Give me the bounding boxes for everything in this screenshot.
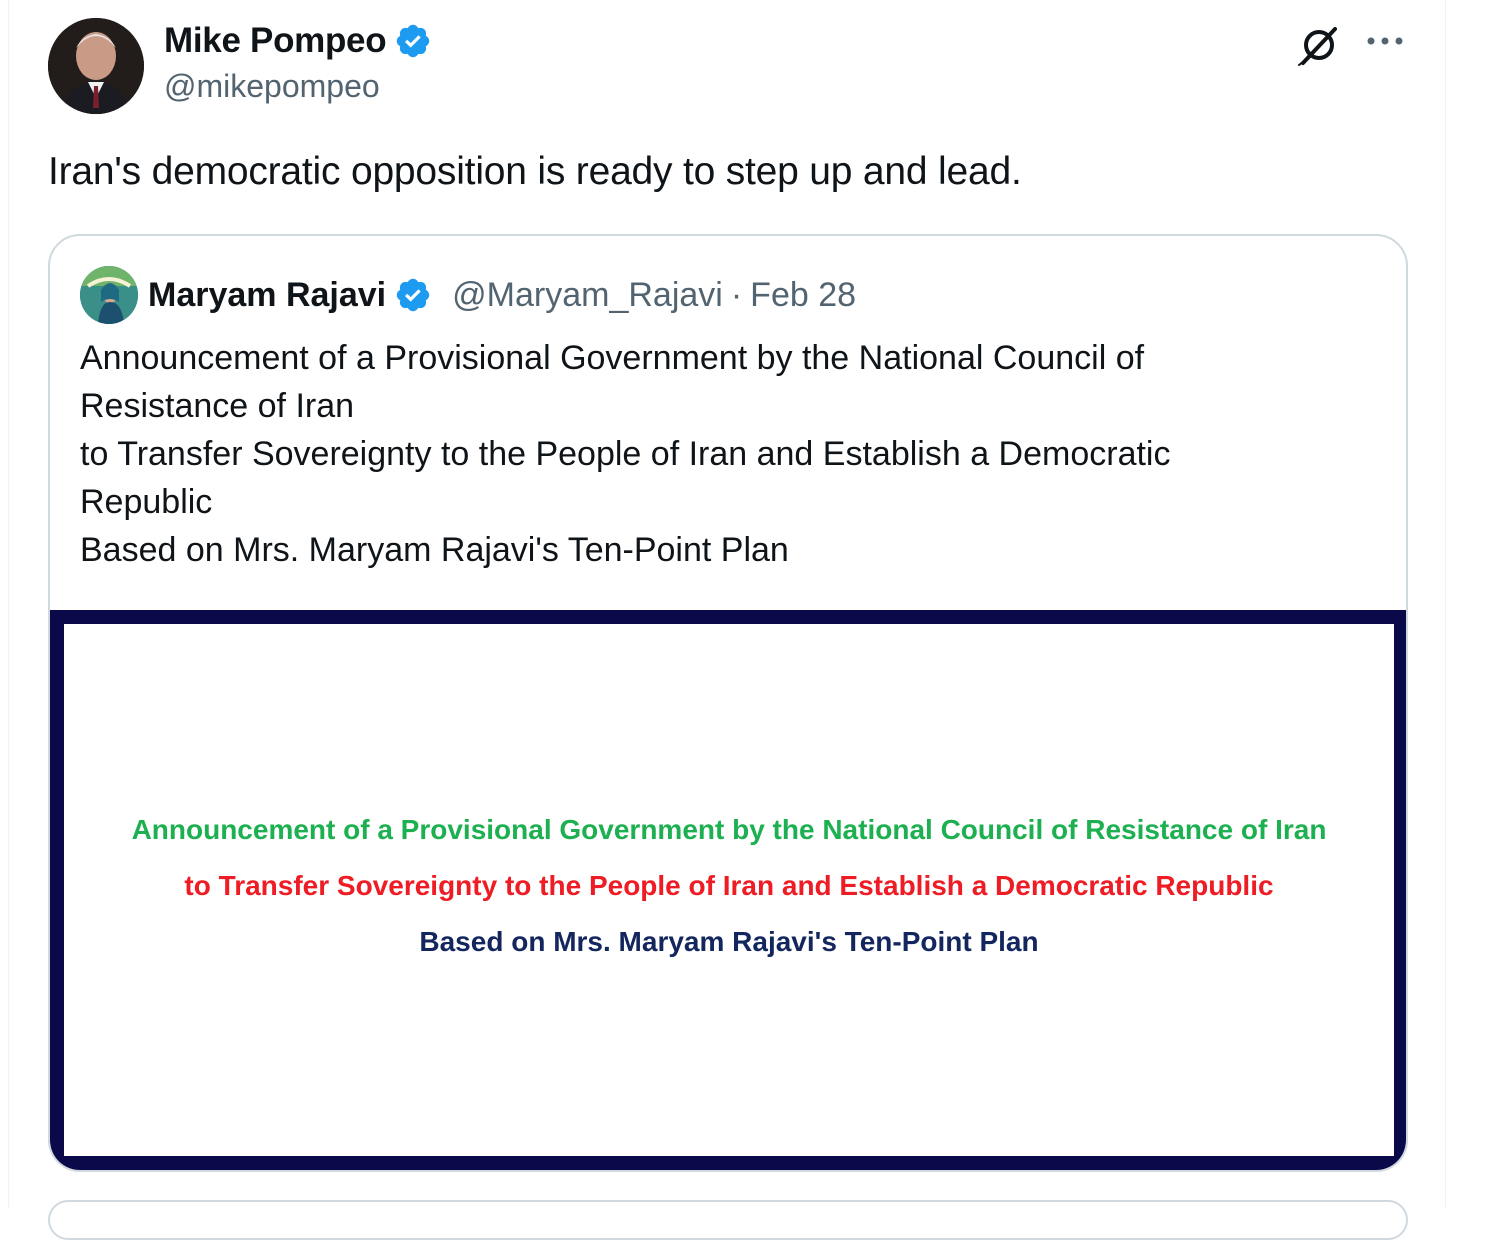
more-options-icon[interactable]: [1360, 18, 1410, 64]
quoted-post-card[interactable]: Maryam Rajavi @Maryam_Rajavi · Feb 28 An…: [48, 234, 1408, 1172]
media-text-line-green: Announcement of a Provisional Government…: [131, 814, 1327, 845]
quoted-author-handle[interactable]: @Maryam_Rajavi: [452, 276, 723, 315]
author-info: Mike Pompeo @mikepompeo: [164, 18, 432, 105]
quoted-text-line: Announcement of a Provisional Government…: [80, 339, 1145, 377]
quoted-author-avatar[interactable]: [80, 266, 138, 324]
grok-icon[interactable]: [1292, 18, 1346, 72]
quoted-author-display-name[interactable]: Maryam Rajavi: [148, 276, 386, 315]
quoted-post-date[interactable]: Feb 28: [750, 276, 856, 315]
header-separator: ·: [730, 275, 743, 314]
quoted-post-media-image[interactable]: Announcement of a Provisional Government…: [50, 610, 1406, 1170]
author-display-name[interactable]: Mike Pompeo: [164, 21, 387, 61]
quoted-post-header: Maryam Rajavi @Maryam_Rajavi · Feb 28: [148, 270, 856, 320]
quoted-text-line: Based on Mrs. Maryam Rajavi's Ten-Point …: [80, 531, 789, 569]
quoted-text-line: Republic: [80, 483, 213, 521]
next-card-edge: [48, 1200, 1408, 1240]
media-text-line-navy: Based on Mrs. Maryam Rajavi's Ten-Point …: [419, 926, 1039, 957]
author-avatar[interactable]: [48, 18, 144, 114]
media-text-line-red: to Transfer Sovereignty to the People of…: [184, 870, 1274, 901]
author-handle[interactable]: @mikepompeo: [164, 68, 432, 105]
quoted-text-line: Resistance of Iran: [80, 387, 355, 425]
media-content: Announcement of a Provisional Government…: [64, 624, 1394, 1156]
quoted-verified-badge-icon[interactable]: [394, 276, 432, 314]
verified-badge-icon[interactable]: [394, 22, 432, 60]
quoted-post-text: Announcement of a Provisional Government…: [80, 334, 1310, 574]
post-text: Iran's democratic opposition is ready to…: [48, 150, 1022, 193]
quoted-text-line: to Transfer Sovereignty to the People of…: [80, 435, 1171, 473]
